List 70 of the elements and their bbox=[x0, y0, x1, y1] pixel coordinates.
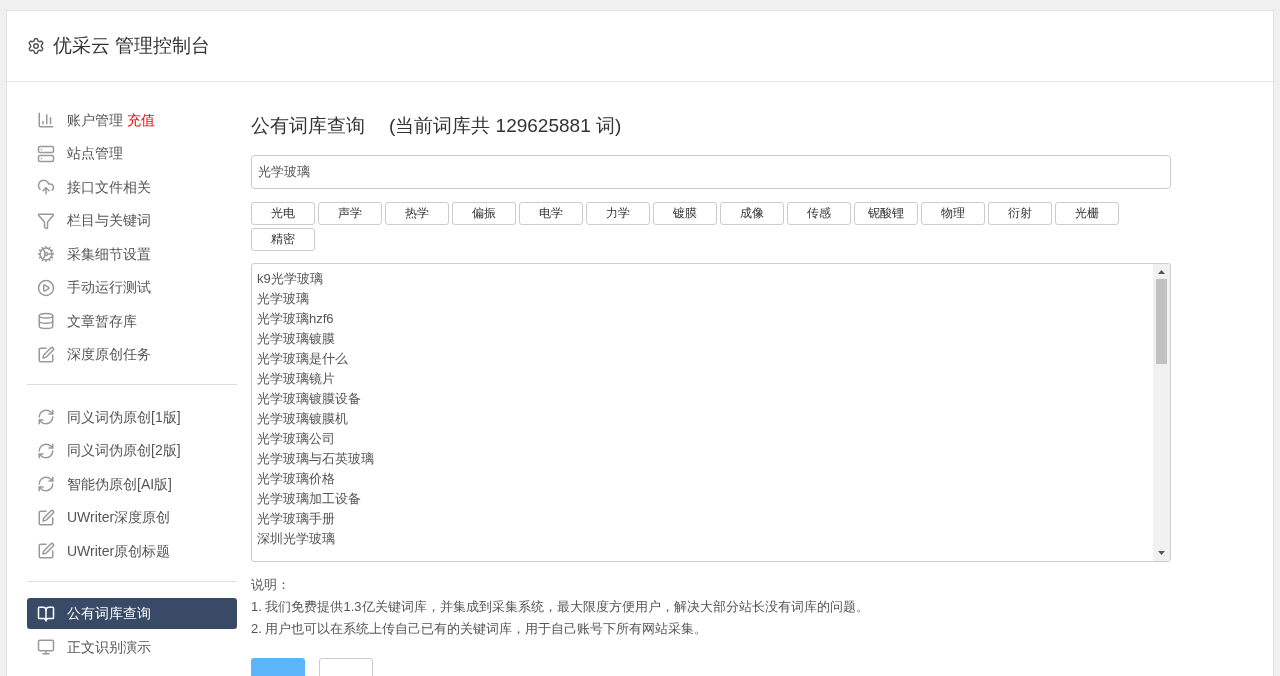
sidebar-item[interactable]: 栏目与关键词 bbox=[27, 205, 237, 236]
tag-button[interactable]: 物理 bbox=[921, 201, 985, 225]
monitor-icon bbox=[37, 638, 55, 656]
play-icon bbox=[37, 278, 55, 297]
bar-chart-icon bbox=[37, 111, 55, 129]
word-count: (当前词库共 129625881 词) bbox=[389, 114, 622, 138]
keyword-item: 光学玻璃手册 bbox=[257, 509, 335, 528]
tag-button[interactable]: 偏振 bbox=[452, 201, 516, 225]
keyword-item: 光学玻璃公司 bbox=[257, 429, 335, 448]
database-icon bbox=[37, 312, 55, 330]
keyword-item: 光学玻璃是什么 bbox=[257, 349, 348, 368]
tag-button[interactable]: 光栅 bbox=[1055, 201, 1119, 225]
console-title: 优采云 管理控制台 bbox=[53, 33, 211, 58]
cloud-upload-icon bbox=[37, 178, 55, 196]
refresh-icon bbox=[37, 475, 55, 493]
tag-button[interactable]: 声学 bbox=[318, 201, 382, 225]
edit-icon bbox=[37, 508, 55, 527]
tag-button[interactable]: 光电 bbox=[251, 201, 315, 225]
sidebar-item[interactable]: 智能伪原创[AI版] bbox=[27, 468, 237, 500]
sidebar-item[interactable]: 手动运行测试 bbox=[27, 272, 237, 303]
tag-button[interactable]: 铌酸锂 bbox=[854, 201, 918, 225]
keyword-item: 光学玻璃与石英玻璃 bbox=[257, 449, 374, 468]
tag-button[interactable]: 传感 bbox=[787, 201, 851, 225]
scrollbar[interactable] bbox=[1153, 263, 1170, 561]
keyword-item: k9光学玻璃 bbox=[257, 269, 323, 288]
book-icon bbox=[37, 604, 55, 623]
refresh-icon bbox=[37, 441, 55, 460]
note-text: 2. 用户也可以在系统上传自己已有的关键词库，用于自己账号下所有网站采集。 bbox=[251, 619, 709, 638]
sidebar-item[interactable]: 公有词库查询 bbox=[27, 598, 237, 629]
keyword-item: 光学玻璃镜片 bbox=[257, 369, 335, 388]
gear-icon bbox=[37, 245, 55, 263]
scrollbar-thumb[interactable] bbox=[1156, 278, 1167, 364]
scroll-up-icon[interactable] bbox=[1158, 269, 1165, 274]
page-title: 公有词库查询 bbox=[251, 114, 365, 138]
keyword-item: 光学玻璃hzf6 bbox=[257, 309, 334, 328]
sidebar-item[interactable]: UWriter原创标题 bbox=[27, 535, 237, 567]
sidebar-item[interactable]: UWriter深度原创 bbox=[27, 502, 237, 533]
scroll-down-icon[interactable] bbox=[1158, 550, 1165, 555]
tag-button[interactable]: 精密 bbox=[251, 227, 315, 251]
note-text: 1. 我们免费提供1.3亿关键词库，并集成到采集系统，最大限度方便用户，解决大部分站长没有词库的问题。 bbox=[251, 597, 870, 616]
tag-button[interactable]: 衍射 bbox=[988, 201, 1052, 225]
keyword-item: 深圳光学玻璃 bbox=[257, 529, 335, 548]
keyword-item: 光学玻璃镀膜机 bbox=[257, 409, 348, 428]
filter-icon bbox=[37, 211, 55, 230]
tag-button[interactable]: 电学 bbox=[519, 201, 583, 225]
tag-button[interactable]: 镀膜 bbox=[653, 201, 717, 225]
server-icon bbox=[37, 144, 55, 163]
sidebar-item[interactable]: 站点管理 bbox=[27, 138, 237, 169]
edit-icon bbox=[37, 542, 55, 560]
keyword-item: 光学玻璃镀膜 bbox=[257, 329, 335, 348]
tag-button[interactable]: 力学 bbox=[586, 201, 650, 225]
sidebar-item[interactable]: 账户管理 充值 bbox=[27, 104, 237, 136]
tag-button[interactable]: 热学 bbox=[385, 201, 449, 225]
sidebar-item[interactable]: 文章暂存库 bbox=[27, 305, 237, 337]
tag-button[interactable]: 成像 bbox=[720, 201, 784, 225]
keyword-item: 光学玻璃价格 bbox=[257, 469, 335, 488]
sidebar-item[interactable]: 同义词伪原创[2版] bbox=[27, 435, 237, 466]
notes-title: 说明： bbox=[251, 575, 291, 594]
sidebar-item[interactable]: 同义词伪原创[1版] bbox=[27, 401, 237, 433]
keyword-item: 光学玻璃加工设备 bbox=[257, 489, 361, 508]
sidebar-item[interactable]: 正文识别演示 bbox=[27, 631, 237, 663]
edit-icon bbox=[37, 345, 55, 364]
sidebar-item[interactable]: 深度原创任务 bbox=[27, 339, 237, 370]
refresh-icon bbox=[37, 408, 55, 426]
sidebar-item[interactable]: 接口文件相关 bbox=[27, 171, 237, 203]
keyword-item: 光学玻璃 bbox=[257, 289, 309, 308]
search-field[interactable]: 光学玻璃 bbox=[251, 154, 1171, 189]
sidebar-item[interactable]: 采集细节设置 bbox=[27, 238, 237, 270]
keyword-item: 光学玻璃镀膜设备 bbox=[257, 389, 361, 408]
settings-icon bbox=[27, 37, 45, 55]
